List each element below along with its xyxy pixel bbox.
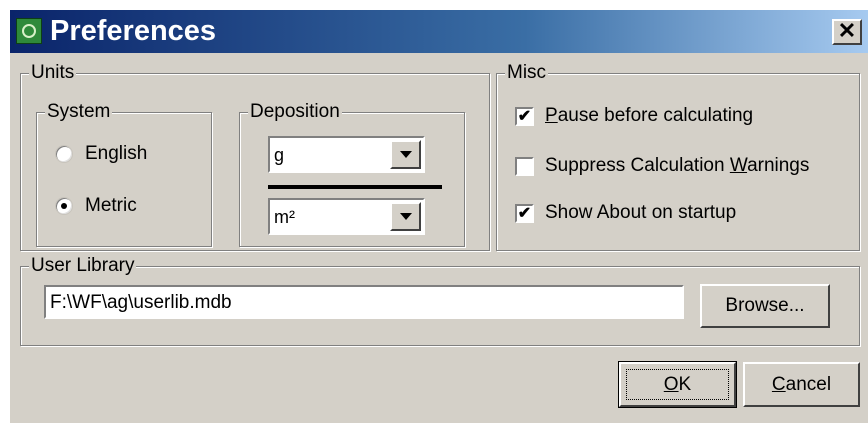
globe-icon [16,18,42,44]
radio-english-indicator[interactable] [55,145,73,163]
checkbox-label[interactable]: Suppress Calculation Warnings [545,155,809,177]
user-library-path-value[interactable]: F:\WF\ag\userlib.mdb [50,292,232,314]
system-group: System English Metric [36,101,212,247]
radio-metric-label[interactable]: Metric [85,195,137,217]
dialog-title: Preferences [50,15,217,47]
user-library-path-input[interactable]: F:\WF\ag\userlib.mdb [44,285,684,319]
deposition-group-title: Deposition [248,101,342,123]
preferences-dialog: Preferences ✕ Units System English Metri… [10,10,868,423]
user-library-group-title: User Library [29,255,137,277]
title-bar[interactable]: Preferences ✕ [10,10,868,53]
radio-english-label[interactable]: English [85,143,147,165]
checkbox-indicator[interactable] [515,157,534,176]
chevron-down-icon[interactable] [390,202,421,231]
deposition-denominator-value: m² [274,207,295,227]
checkbox-indicator[interactable]: ✔ [515,204,534,223]
cancel-button[interactable]: Cancel [743,362,860,407]
radio-metric-indicator[interactable] [55,197,73,215]
misc-group: Misc ✔ Pause before calculating Suppress… [496,62,860,251]
close-button[interactable]: ✕ [832,19,862,45]
deposition-denominator-select[interactable]: m² [268,198,425,235]
close-icon: ✕ [837,18,857,43]
fraction-divider [268,185,442,189]
checkbox-label[interactable]: Show About on startup [545,202,736,224]
misc-group-title: Misc [505,62,549,84]
units-group-title: Units [29,62,77,84]
ok-button[interactable]: OK [618,361,737,408]
deposition-numerator-value: g [274,145,285,165]
browse-button[interactable]: Browse... [700,284,830,328]
focus-rect [626,369,729,400]
browse-button-label: Browse... [725,295,805,316]
cancel-button-label: Cancel [771,374,832,395]
system-group-title: System [45,101,113,123]
deposition-numerator-select[interactable]: g [268,136,425,173]
checkbox-indicator[interactable]: ✔ [515,107,534,126]
chevron-down-icon[interactable] [390,140,421,169]
checkbox-label[interactable]: Pause before calculating [545,105,753,127]
